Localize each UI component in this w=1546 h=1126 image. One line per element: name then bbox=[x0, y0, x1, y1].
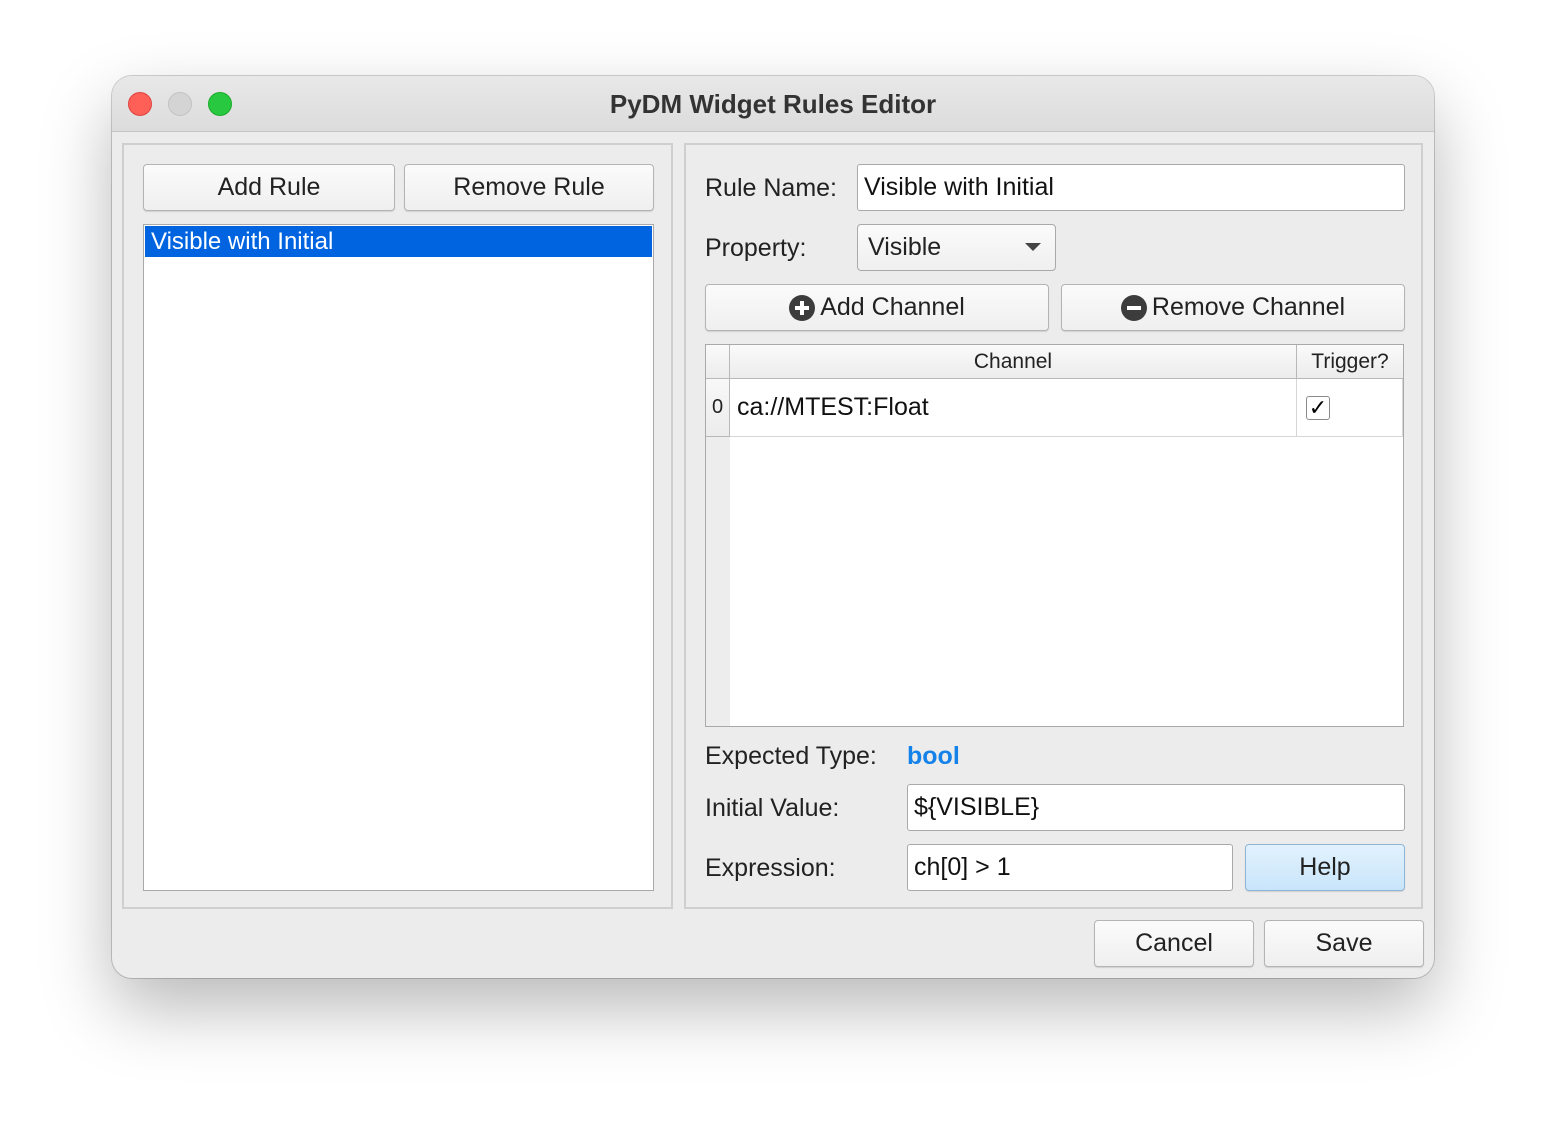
row-header-0[interactable]: 0 bbox=[706, 379, 730, 437]
column-header-trigger[interactable]: Trigger? bbox=[1297, 345, 1403, 378]
remove-channel-button[interactable]: Remove Channel bbox=[1061, 284, 1405, 331]
initial-value-text: ${VISIBLE} bbox=[914, 793, 1040, 821]
window-title: PyDM Widget Rules Editor bbox=[609, 89, 937, 119]
initial-value-input[interactable]: ${VISIBLE} bbox=[907, 784, 1405, 831]
cancel-button[interactable]: Cancel bbox=[1094, 920, 1254, 967]
property-label: Property: bbox=[705, 234, 807, 262]
trigger-checkbox[interactable]: ✓ bbox=[1306, 395, 1330, 420]
expression-input[interactable]: ch[0] > 1 bbox=[907, 844, 1233, 891]
rules-list-panel: Add Rule Remove Rule Visible with Initia… bbox=[122, 143, 673, 909]
expected-type-label: Expected Type: bbox=[705, 742, 877, 770]
expected-type-value: bool bbox=[907, 742, 960, 770]
column-header-channel[interactable]: Channel bbox=[730, 345, 1297, 378]
rule-name-value: Visible with Initial bbox=[864, 173, 1054, 201]
chevron-down-icon bbox=[1025, 243, 1041, 251]
save-button[interactable]: Save bbox=[1264, 920, 1424, 967]
add-channel-label: Add Channel bbox=[820, 293, 965, 321]
channels-table[interactable]: Channel Trigger? 0 ca://MTEST:Float ✓ bbox=[705, 344, 1404, 727]
initial-value-label: Initial Value: bbox=[705, 794, 840, 822]
rules-editor-window: PyDM Widget Rules Editor Add Rule Remove… bbox=[112, 76, 1434, 978]
channel-cell[interactable]: ca://MTEST:Float bbox=[730, 379, 1297, 437]
remove-rule-button[interactable]: Remove Rule bbox=[404, 164, 654, 211]
help-button[interactable]: Help bbox=[1245, 844, 1405, 891]
row-header-column: 0 bbox=[706, 379, 730, 726]
property-value: Visible bbox=[868, 233, 942, 261]
expression-text: ch[0] > 1 bbox=[914, 853, 1011, 881]
trigger-cell: ✓ bbox=[1297, 379, 1403, 437]
channels-table-header: Channel Trigger? bbox=[706, 345, 1403, 379]
rule-editor-panel: Rule Name: Visible with Initial Property… bbox=[684, 143, 1423, 909]
table-corner bbox=[706, 345, 730, 378]
minus-circle-icon bbox=[1120, 294, 1147, 321]
add-rule-button[interactable]: Add Rule bbox=[143, 164, 395, 211]
rule-name-input[interactable]: Visible with Initial bbox=[857, 164, 1405, 211]
rules-list[interactable]: Visible with Initial bbox=[143, 224, 654, 891]
remove-channel-label: Remove Channel bbox=[1151, 293, 1346, 321]
add-channel-button[interactable]: Add Channel bbox=[705, 284, 1049, 331]
property-dropdown[interactable]: Visible bbox=[857, 224, 1056, 271]
expression-label: Expression: bbox=[705, 854, 836, 882]
rule-name-label: Rule Name: bbox=[705, 174, 837, 202]
title-bar[interactable]: PyDM Widget Rules Editor bbox=[112, 76, 1434, 132]
channel-value: ca://MTEST:Float bbox=[737, 393, 929, 421]
plus-circle-icon bbox=[789, 294, 816, 321]
rules-list-item-selected[interactable]: Visible with Initial bbox=[145, 226, 652, 257]
